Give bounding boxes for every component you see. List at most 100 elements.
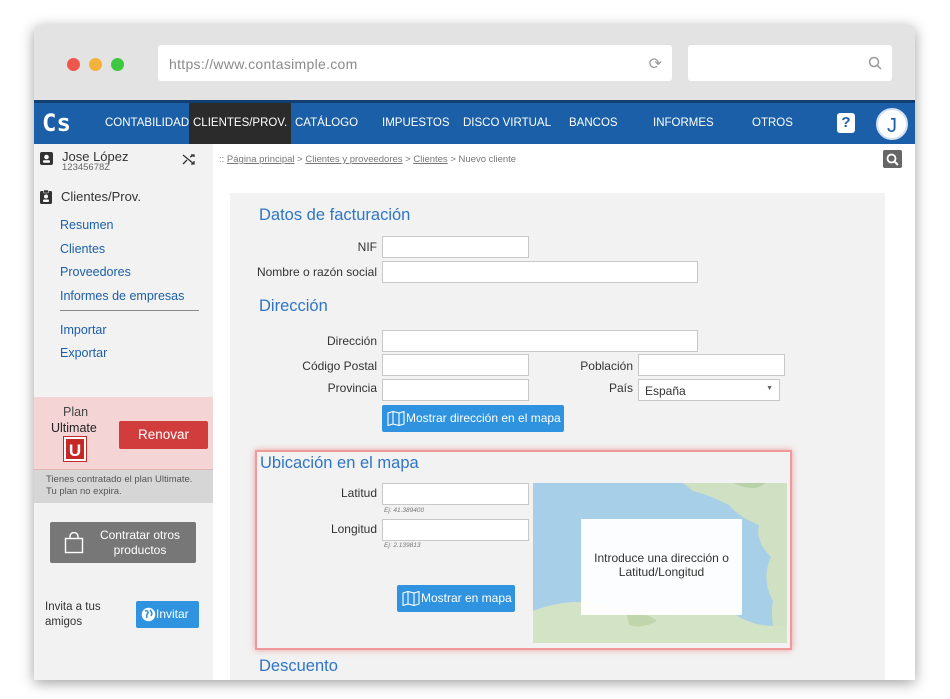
nav-clientes-prov[interactable]: CLIENTES/PROV.	[189, 103, 292, 144]
address-bar[interactable]: https://www.contasimple.com ⟳	[158, 45, 672, 81]
province-label: Provincia	[327, 381, 377, 395]
ultimate-badge-icon: U	[63, 436, 87, 462]
buy-products-button[interactable]: Contratar otros productos	[50, 522, 196, 563]
sidebar-item-clientes[interactable]: Clientes	[60, 242, 105, 256]
browser-search-bar[interactable]	[688, 45, 892, 81]
plan-label: Plan	[63, 405, 89, 419]
buy-products-line1: Contratar otros	[99, 528, 181, 542]
province-input[interactable]	[382, 379, 529, 401]
city-input[interactable]	[638, 354, 785, 376]
sidebar-item-resumen[interactable]: Resumen	[60, 218, 114, 232]
buy-products-line2: productos	[113, 543, 167, 557]
nav-impuestos[interactable]: IMPUESTOS	[382, 117, 450, 129]
form-panel: Datos de facturación NIF Nombre o razón …	[230, 193, 885, 680]
chevron-down-icon: ▼	[766, 385, 773, 392]
breadcrumb-sep: >	[447, 154, 459, 165]
main-nav: Cs CONTABILIDAD CLIENTES/PROV. CATÁLOGO …	[34, 100, 915, 144]
shuffle-icon[interactable]	[182, 153, 196, 166]
breadcrumb-clients[interactable]: Clientes	[413, 154, 447, 165]
nav-informes[interactable]: INFORMES	[653, 117, 714, 129]
sidebar: Jose López 12345678Z Clientes/Prov. Resu…	[34, 144, 213, 680]
help-icon[interactable]: ?	[837, 113, 855, 133]
company-name-label: Nombre o razón social	[256, 265, 377, 279]
minimize-window-dot[interactable]	[89, 58, 102, 71]
sidebar-item-importar[interactable]: Importar	[60, 323, 107, 337]
user-id: 12345678Z	[62, 162, 111, 173]
show-on-map-label: Mostrar en mapa	[421, 591, 512, 605]
search-icon	[868, 56, 882, 70]
clipboard-user-icon	[40, 190, 52, 204]
url-text: https://www.contasimple.com	[169, 56, 358, 72]
breadcrumb-home[interactable]: Página principal	[227, 154, 295, 165]
map-message-line1: Introduce una dirección o	[594, 551, 729, 565]
nav-bancos[interactable]: BANCOS	[569, 117, 618, 129]
renew-button[interactable]: Renovar	[119, 421, 208, 449]
latitude-label: Latitud	[340, 486, 377, 500]
invite-line1: Invita a tus	[45, 601, 101, 613]
company-name-input[interactable]	[382, 261, 698, 283]
main-content: :: Página principal > Clientes y proveed…	[213, 144, 915, 680]
nif-label: NIF	[357, 240, 377, 254]
show-address-on-map-label: Mostrar dirección en el mapa	[406, 411, 561, 425]
map-message: Introduce una dirección o Latitud/Longit…	[581, 519, 742, 615]
contasimple-logo[interactable]: Cs	[42, 109, 82, 141]
maximize-window-dot[interactable]	[111, 58, 124, 71]
breadcrumb: :: Página principal > Clientes y proveed…	[219, 154, 516, 165]
content-search-button[interactable]	[883, 150, 902, 168]
sidebar-divider	[60, 310, 199, 311]
map-icon	[387, 411, 405, 426]
plan-info-line2: Tu plan no expira.	[46, 486, 122, 497]
invite-text: Invita a tus amigos	[45, 600, 101, 630]
shopping-bag-icon	[64, 532, 84, 554]
longitude-input[interactable]	[382, 519, 529, 541]
map-section-title: Ubicación en el mapa	[260, 454, 419, 472]
city-label: Población	[580, 359, 633, 373]
postal-code-input[interactable]	[382, 354, 529, 376]
postal-code-label: Código Postal	[302, 359, 377, 373]
magnifier-icon	[886, 153, 899, 166]
breadcrumb-clients-providers[interactable]: Clientes y proveedores	[305, 154, 402, 165]
billing-section-title: Datos de facturación	[259, 206, 411, 224]
map-view[interactable]: Introduce una dirección o Latitud/Longit…	[533, 483, 787, 643]
breadcrumb-sep: >	[402, 154, 414, 165]
nav-otros[interactable]: OTROS	[752, 117, 793, 129]
longitude-label: Longitud	[330, 522, 377, 536]
globe-icon	[141, 607, 156, 622]
plan-name: Ultimate	[51, 421, 97, 435]
sidebar-item-proveedores[interactable]: Proveedores	[60, 265, 131, 279]
plan-info: Tienes contratado el plan Ultimate. Tu p…	[34, 470, 213, 503]
invite-line2: amigos	[45, 616, 83, 628]
nav-catalogo[interactable]: CATÁLOGO	[295, 117, 358, 129]
invite-button[interactable]: Invitar	[136, 601, 199, 628]
address-label: Dirección	[326, 334, 377, 348]
close-window-dot[interactable]	[67, 58, 80, 71]
breadcrumb-current: Nuevo cliente	[458, 154, 517, 165]
plan-box: Plan Ultimate U Renovar	[34, 397, 213, 470]
show-on-map-button[interactable]: Mostrar en mapa	[397, 585, 515, 612]
sidebar-section-title: Clientes/Prov.	[61, 189, 141, 204]
avatar[interactable]: J	[876, 108, 908, 140]
sidebar-item-informes-empresas[interactable]: Informes de empresas	[60, 289, 184, 303]
breadcrumb-sep: >	[294, 154, 306, 165]
browser-chrome: https://www.contasimple.com ⟳	[34, 25, 915, 100]
map-message-line2: Latitud/Longitud	[618, 565, 705, 579]
country-select[interactable]: España ▼	[638, 379, 780, 401]
latitude-hint: Ej: 41.389400	[384, 507, 425, 514]
address-section-title: Dirección	[259, 297, 328, 315]
longitude-hint: Ej: 2.139813	[384, 542, 421, 549]
sidebar-item-exportar[interactable]: Exportar	[60, 346, 107, 360]
address-input[interactable]	[382, 330, 698, 352]
nav-disco-virtual[interactable]: DISCO VIRTUAL	[463, 117, 551, 129]
map-icon	[402, 591, 420, 606]
show-address-on-map-button[interactable]: Mostrar dirección en el mapa	[382, 405, 564, 432]
country-value: España	[645, 384, 686, 398]
nav-contabilidad[interactable]: CONTABILIDAD	[105, 117, 189, 129]
map-location-section: Ubicación en el mapa Latitud Ej: 41.3894…	[255, 450, 792, 650]
reload-icon[interactable]: ⟳	[649, 54, 662, 74]
nif-input[interactable]	[382, 236, 529, 258]
plan-info-line1: Tienes contratado el plan Ultimate.	[46, 474, 193, 485]
invite-button-label: Invitar	[156, 607, 189, 621]
breadcrumb-prefix: ::	[219, 154, 227, 165]
discount-section-title: Descuento	[259, 657, 338, 675]
latitude-input[interactable]	[382, 483, 529, 505]
